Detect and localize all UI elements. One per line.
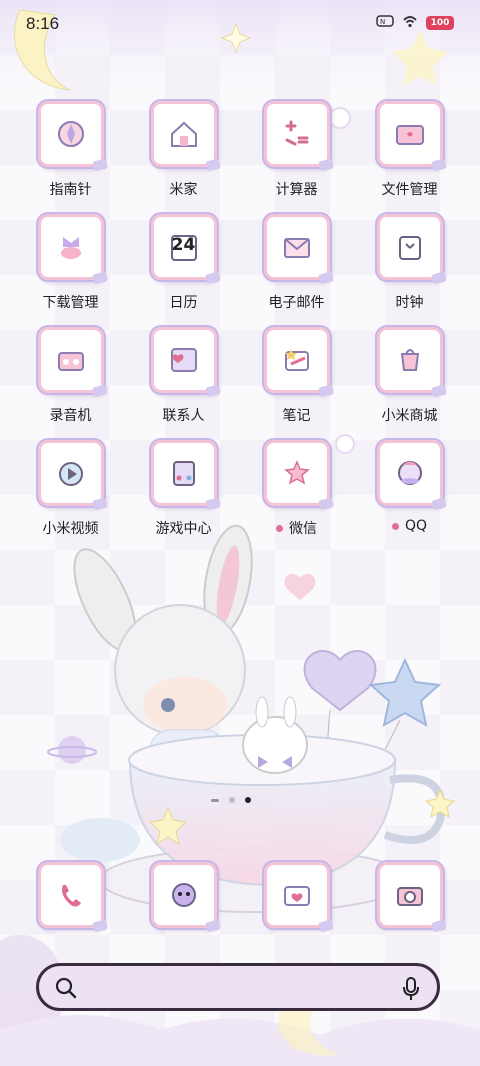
app-label-text: 电子邮件 (268, 295, 325, 311)
app-label-text: 小米视频 (42, 521, 99, 537)
app-mail[interactable]: 电子邮件 (240, 214, 353, 327)
app-label: 录音机 (50, 405, 92, 425)
app-label: 计算器 (276, 179, 318, 199)
nfc-icon: N (376, 14, 394, 31)
app-label: 笔记 (283, 405, 311, 425)
app-label-text: 米家 (169, 182, 198, 198)
app-recorder[interactable]: 录音机 (14, 327, 127, 440)
app-calculator[interactable]: 计算器 (240, 101, 353, 214)
shop-icon (376, 327, 443, 393)
app-notes[interactable]: 笔记 (240, 327, 353, 440)
dock-gallery[interactable] (240, 862, 353, 932)
app-label: 指南针 (50, 179, 92, 199)
app-label-text: 笔记 (282, 408, 311, 424)
download-icon (37, 214, 104, 280)
notes-icon (263, 327, 330, 393)
app-label-text: 游戏中心 (155, 521, 212, 537)
dock-messages[interactable] (127, 862, 240, 932)
clock-icon (376, 214, 443, 280)
gallery-icon (263, 862, 330, 928)
phone-icon (37, 862, 104, 928)
app-clock[interactable]: 时钟 (353, 214, 466, 327)
new-install-dot (276, 524, 283, 532)
app-label-text: 微信 (289, 521, 317, 537)
search-icon (55, 977, 77, 1003)
app-label: 游戏中心 (156, 518, 212, 538)
video-icon (37, 440, 104, 506)
battery-icon: 100 (426, 15, 454, 30)
app-game[interactable]: 游戏中心 (127, 440, 240, 553)
calendar-icon: 24 (150, 214, 217, 280)
qq-icon (376, 440, 443, 506)
app-label: 下载管理 (43, 292, 99, 312)
app-label-text: 指南针 (49, 182, 92, 198)
wechat-icon (263, 440, 330, 506)
search-bar[interactable] (36, 963, 440, 1011)
app-label-text: QQ (404, 518, 428, 534)
app-label: 小米视频 (43, 518, 99, 538)
app-label-text: 小米商城 (381, 408, 438, 424)
app-home[interactable]: 米家 (127, 101, 240, 214)
dock-camera[interactable] (353, 862, 466, 932)
app-label-text: 联系人 (162, 408, 205, 424)
app-label: 日历 (170, 292, 198, 312)
app-qq[interactable]: QQ (353, 440, 466, 553)
app-label-text: 下载管理 (42, 295, 99, 311)
app-label: 米家 (170, 179, 198, 199)
mail-icon (263, 214, 330, 280)
app-download[interactable]: 下载管理 (14, 214, 127, 327)
compass-icon (37, 101, 104, 167)
page-indicator-bar (211, 798, 219, 802)
folder-icon (376, 101, 443, 167)
calculator-icon (263, 101, 330, 167)
home-icon (150, 101, 217, 167)
dock-phone[interactable] (14, 862, 127, 932)
page-dot (229, 797, 235, 803)
wifi-icon (402, 14, 418, 31)
game-icon (150, 440, 217, 506)
recorder-icon (37, 327, 104, 393)
app-label-text: 时钟 (395, 295, 424, 311)
app-label: QQ (391, 518, 428, 534)
app-compass[interactable]: 指南针 (14, 101, 127, 214)
svg-text:N: N (380, 18, 385, 26)
page-dot-active (245, 797, 251, 803)
app-wechat[interactable]: 微信 (240, 440, 353, 553)
app-label: 小米商城 (382, 405, 438, 425)
calendar-date: 24 (171, 235, 196, 255)
camera-icon (376, 862, 443, 928)
app-label: 电子邮件 (269, 292, 325, 312)
mic-icon[interactable] (401, 976, 421, 1006)
page-indicator[interactable] (211, 797, 251, 803)
app-label: 联系人 (163, 405, 205, 425)
app-folder[interactable]: 文件管理 (353, 101, 466, 214)
app-video[interactable]: 小米视频 (14, 440, 127, 553)
app-label-text: 文件管理 (381, 182, 438, 198)
app-label: 文件管理 (382, 179, 438, 199)
app-calendar[interactable]: 24 日历 (127, 214, 240, 327)
app-shop[interactable]: 小米商城 (353, 327, 466, 440)
app-label-text: 日历 (169, 295, 198, 311)
app-label: 时钟 (396, 292, 424, 312)
app-contacts[interactable]: 联系人 (127, 327, 240, 440)
contacts-icon (150, 327, 217, 393)
status-time: 8:16 (26, 14, 60, 33)
app-label: 微信 (276, 518, 317, 538)
app-label-text: 计算器 (275, 182, 318, 198)
messages-icon (150, 862, 217, 928)
app-label-text: 录音机 (49, 408, 92, 424)
new-install-dot (391, 522, 399, 530)
status-icons: N 100 (376, 14, 454, 31)
status-bar: 8:16 N 100 (0, 0, 480, 48)
